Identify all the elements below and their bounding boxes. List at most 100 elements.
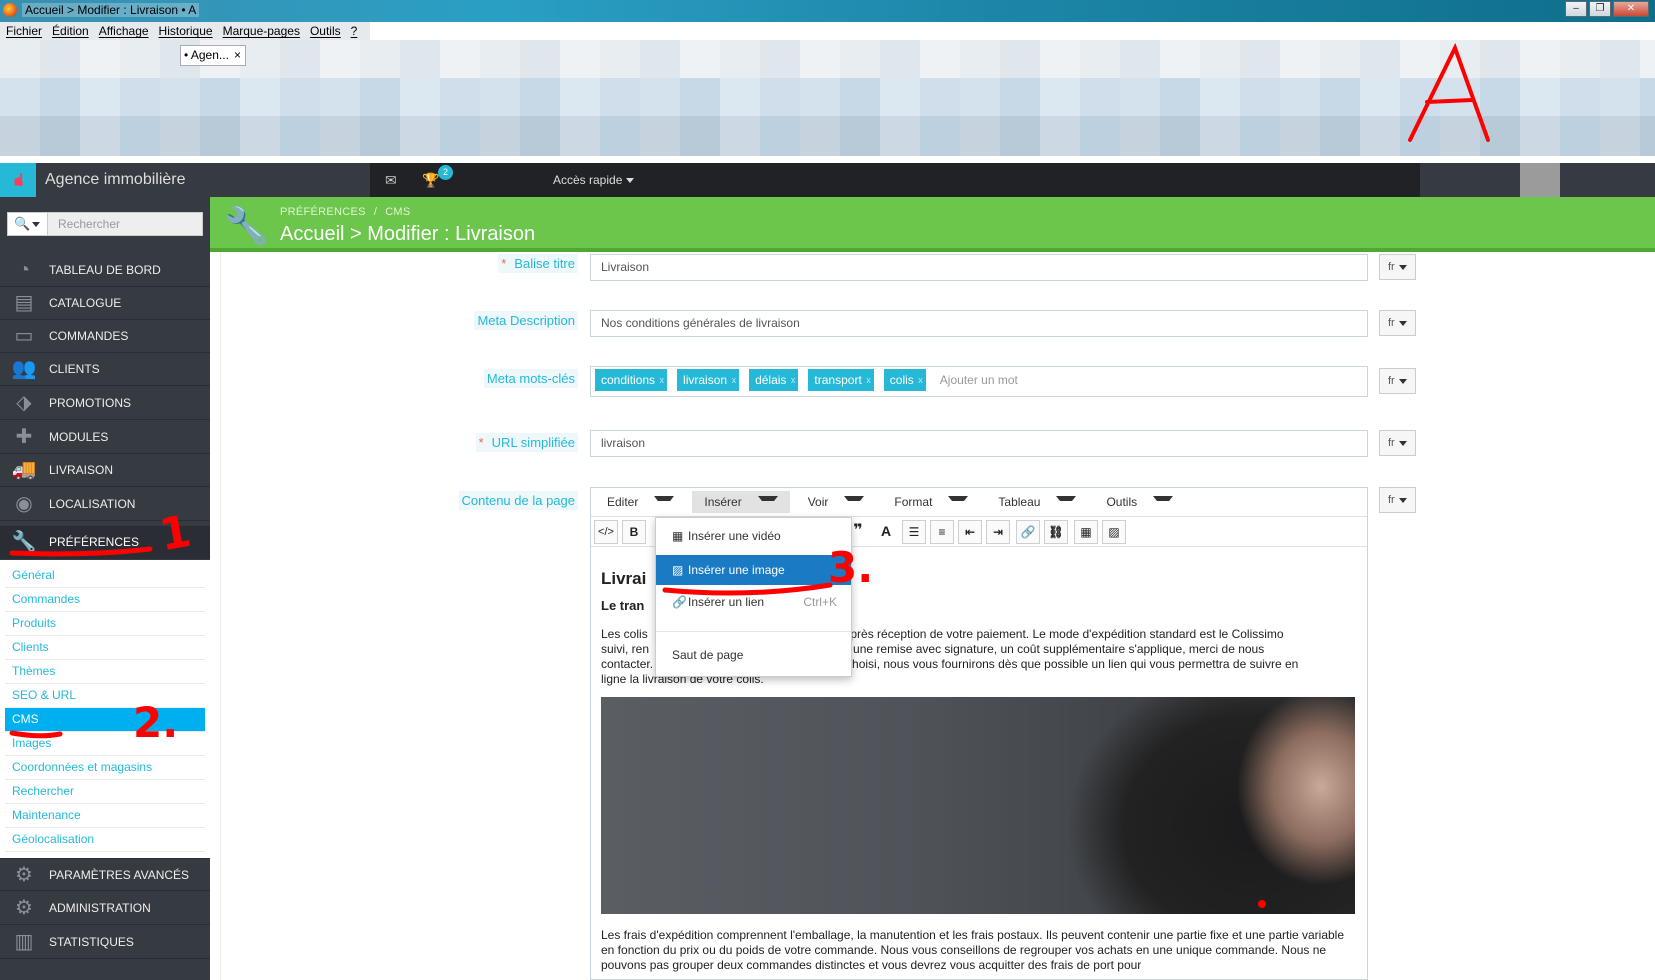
sidebar-item-commandes[interactable]: ▭ COMMANDES bbox=[0, 320, 210, 353]
tab-label: • Agen... bbox=[184, 48, 229, 62]
annotation-number-3: 3. bbox=[828, 543, 874, 592]
meta-keywords-input[interactable]: conditions livraison délais transport colis A… bbox=[590, 366, 1368, 397]
minimize-icon[interactable]: – bbox=[1565, 1, 1587, 17]
text-fragment: h après réception de votre paiement. Le … bbox=[833, 627, 1284, 641]
sidebar-item-modules[interactable]: ✚ MODULES bbox=[0, 421, 210, 454]
chevron-down-icon bbox=[1398, 378, 1407, 384]
link-icon[interactable]: 🔗 bbox=[1016, 520, 1040, 544]
required-marker: * bbox=[478, 435, 484, 450]
source-code-button[interactable]: </> bbox=[594, 520, 618, 544]
numbered-list-icon[interactable]: ≡ bbox=[930, 520, 954, 544]
search-input[interactable]: Rechercher bbox=[48, 213, 120, 235]
page-break-item[interactable]: Saut de page bbox=[656, 640, 851, 670]
outdent-icon[interactable]: ⇤ bbox=[958, 520, 982, 544]
maximize-icon[interactable]: ❐ bbox=[1589, 1, 1611, 17]
sidebar-item-livraison[interactable]: 🚚 LIVRAISON bbox=[0, 454, 210, 487]
shop-name[interactable]: Agence immobilière bbox=[45, 171, 186, 189]
sidebar-item-parametres-avances[interactable]: ⚙ PARAMÈTRES AVANCÉS bbox=[0, 858, 210, 891]
sidebar-item-administration[interactable]: ⚙ ADMINISTRATION bbox=[0, 892, 210, 925]
close-window-icon[interactable]: ✕ bbox=[1613, 1, 1649, 17]
insert-dropdown-menu: ▦ Insérer une vidéo ▨ Insérer une image 🔗I… bbox=[655, 517, 852, 677]
browser-tab[interactable]: • Agen... × bbox=[180, 45, 246, 66]
breadcrumb-item-preferences[interactable]: PRÉFÉRENCES bbox=[280, 206, 366, 218]
keyword-tag[interactable]: colis bbox=[883, 369, 926, 391]
link-icon: 🔗 bbox=[672, 595, 687, 609]
image-icon[interactable]: ▨ bbox=[1102, 520, 1126, 544]
notification-badge: 2 bbox=[438, 165, 453, 180]
lang-selector[interactable]: fr bbox=[1379, 254, 1416, 280]
insert-image-item[interactable]: ▨ Insérer une image bbox=[656, 555, 851, 585]
menu-affichage[interactable]: Affichage bbox=[99, 24, 149, 38]
chevron-down-icon bbox=[626, 178, 635, 184]
keyword-tag[interactable]: délais bbox=[749, 369, 799, 391]
avatar[interactable] bbox=[1520, 163, 1560, 197]
unlink-icon[interactable]: ⛓ bbox=[1044, 520, 1068, 544]
envelope-icon[interactable]: ✉ bbox=[385, 172, 397, 189]
sidebar-item-statistiques[interactable]: ▥ STATISTIQUES bbox=[0, 926, 210, 959]
browser-menubar: Fichier Édition Affichage Historique Mar… bbox=[0, 22, 370, 40]
submenu-item-rechercher[interactable]: Rechercher bbox=[5, 780, 205, 804]
video-icon[interactable]: ▦ bbox=[1074, 520, 1098, 544]
editor-menu-tableau[interactable]: Tableau bbox=[986, 491, 1088, 513]
indent-icon[interactable]: ⇥ bbox=[986, 520, 1010, 544]
submenu-item-general[interactable]: Général bbox=[5, 564, 205, 588]
keyword-tag[interactable]: livraison bbox=[677, 369, 740, 391]
content-image[interactable] bbox=[601, 697, 1355, 914]
lang-code: fr bbox=[1388, 261, 1395, 273]
editor-menu-outils[interactable]: Outils bbox=[1094, 491, 1185, 513]
bullet-list-icon[interactable]: ☰ bbox=[902, 520, 926, 544]
menu-fichier[interactable]: Fichier bbox=[6, 24, 42, 38]
lang-selector[interactable]: fr bbox=[1379, 368, 1416, 394]
trophy-icon[interactable]: 🏆 bbox=[422, 172, 439, 189]
friendly-url-label-wrap: * URL simplifiée bbox=[220, 433, 578, 463]
chevron-down-icon bbox=[757, 496, 778, 509]
insert-link-item[interactable]: 🔗Insérer un lien Ctrl+K bbox=[656, 587, 851, 617]
submenu-item-clients[interactable]: Clients bbox=[5, 636, 205, 660]
submenu-item-themes[interactable]: Thèmes bbox=[5, 660, 205, 684]
sidebar-search[interactable]: 🔍 Rechercher bbox=[7, 212, 203, 236]
content-label-wrap: Contenu de la page bbox=[220, 491, 578, 521]
keyword-add-input[interactable]: Ajouter un mot bbox=[940, 373, 1018, 387]
menu-outils[interactable]: Outils bbox=[310, 24, 341, 38]
submenu-item-geolocalisation[interactable]: Géolocalisation bbox=[5, 828, 205, 852]
submenu-item-produits[interactable]: Produits bbox=[5, 612, 205, 636]
text-color-button[interactable]: A bbox=[874, 520, 898, 544]
required-marker: * bbox=[501, 256, 507, 271]
menu-marque-pages[interactable]: Marque-pages bbox=[223, 24, 300, 38]
sidebar-item-catalogue[interactable]: ▤ CATALOGUE bbox=[0, 287, 210, 320]
lang-selector[interactable]: fr bbox=[1379, 430, 1416, 456]
keyword-tag[interactable]: transport bbox=[808, 369, 874, 391]
breadcrumb-item-cms[interactable]: CMS bbox=[385, 206, 410, 218]
sidebar-item-promotions[interactable]: ⬗ PROMOTIONS bbox=[0, 387, 210, 420]
editor-menu-voir[interactable]: Voir bbox=[796, 491, 877, 513]
editor-menu-inserer[interactable]: Insérer bbox=[692, 490, 790, 514]
page-title: Accueil > Modifier : Livraison bbox=[280, 223, 536, 245]
keyword-tag[interactable]: conditions bbox=[595, 369, 668, 391]
meta-description-input[interactable]: Nos conditions générales de livraison bbox=[590, 310, 1368, 337]
sidebar-submenu: Général Commandes Produits Clients Thème… bbox=[0, 560, 210, 858]
quick-access-dropdown[interactable]: Accès rapide bbox=[553, 173, 635, 187]
lang-selector[interactable]: fr bbox=[1379, 487, 1416, 513]
sidebar-item-dashboard[interactable]: ◔ TABLEAU DE BORD bbox=[0, 254, 210, 287]
menu-edition[interactable]: Édition bbox=[52, 24, 89, 38]
menu-historique[interactable]: Historique bbox=[159, 24, 213, 38]
bold-button[interactable]: B bbox=[622, 520, 646, 544]
search-scope-dropdown[interactable]: 🔍 bbox=[8, 213, 48, 235]
prestashop-logo-icon[interactable] bbox=[0, 163, 36, 197]
menu-help[interactable]: ? bbox=[351, 24, 358, 38]
insert-video-item[interactable]: ▦ Insérer une vidéo bbox=[656, 521, 851, 551]
breadcrumb: PRÉFÉRENCES / CMS bbox=[280, 206, 411, 218]
friendly-url-input[interactable]: livraison bbox=[590, 430, 1368, 457]
title-tag-input[interactable]: Livraison bbox=[590, 254, 1368, 281]
editor-menu-format[interactable]: Format bbox=[882, 491, 980, 513]
menu-divider bbox=[656, 631, 851, 632]
chevron-down-icon bbox=[844, 496, 865, 509]
tab-close-icon[interactable]: × bbox=[234, 46, 241, 65]
submenu-item-commandes[interactable]: Commandes bbox=[5, 588, 205, 612]
editor-menu-editer[interactable]: Editer bbox=[595, 491, 686, 513]
submenu-item-maintenance[interactable]: Maintenance bbox=[5, 804, 205, 828]
submenu-item-coordonnees[interactable]: Coordonnées et magasins bbox=[5, 756, 205, 780]
users-icon: 👥 bbox=[11, 358, 37, 380]
lang-selector[interactable]: fr bbox=[1379, 310, 1416, 336]
sidebar-item-clients[interactable]: 👥 CLIENTS bbox=[0, 353, 210, 386]
